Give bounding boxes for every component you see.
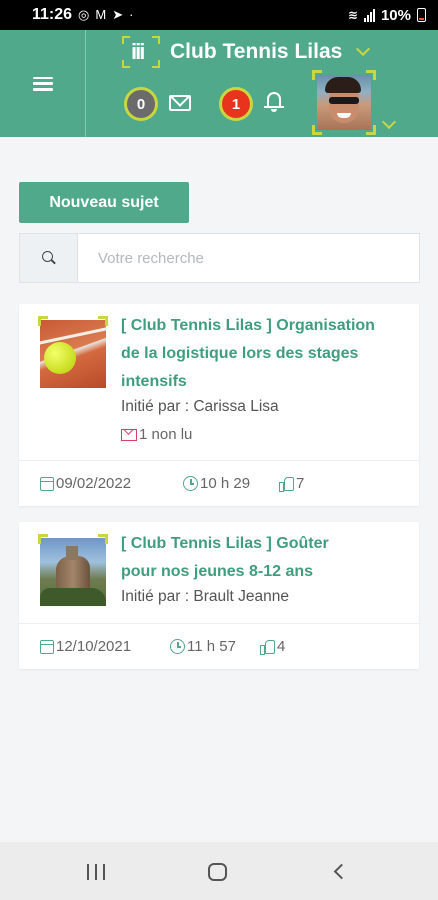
thumbs-up-icon — [260, 639, 275, 655]
topic-author: Initié par : Carissa Lisa — [121, 398, 279, 415]
app-header: iii Club Tennis Lilas 0 1 — [0, 30, 438, 137]
telegram-icon: ➤ — [112, 7, 124, 22]
notifications-count-badge[interactable]: 1 — [219, 87, 253, 121]
search-input[interactable] — [78, 234, 419, 282]
avatar-photo — [317, 75, 371, 130]
dot-icon: · — [129, 7, 134, 22]
envelope-icon[interactable] — [169, 95, 191, 111]
battery-icon — [417, 8, 426, 22]
status-bar: 11:26 ◎ M ➤ · ≋ 10% — [0, 0, 438, 30]
search-box — [19, 233, 420, 283]
unread-count: 1 non lu — [139, 426, 193, 443]
calendar-icon — [40, 476, 54, 491]
topic-meta: 09/02/2022 10 h 29 7 — [19, 460, 419, 506]
topic-card[interactable]: [ Club Tennis Lilas ] Goûter pour nos je… — [19, 522, 419, 669]
system-nav-bar — [0, 842, 438, 900]
status-time: 11:26 — [32, 6, 73, 23]
topic-thumbnail — [38, 316, 108, 390]
new-topic-button[interactable]: Nouveau sujet — [19, 182, 189, 223]
battery-level: 10% — [380, 6, 411, 24]
topic-author: Initié par : Brault Jeanne — [121, 588, 290, 605]
club-logo-icon: iii — [122, 36, 160, 68]
unread-indicator: 1 non lu — [121, 426, 192, 443]
topic-title[interactable]: [ Club Tennis Lilas ] Organisation de la… — [121, 312, 391, 396]
bell-icon[interactable] — [264, 90, 284, 114]
search-icon — [41, 251, 56, 265]
home-icon[interactable] — [208, 863, 227, 881]
topic-date: 12/10/2021 — [56, 638, 132, 655]
wifi-icon: ≋ — [347, 8, 358, 22]
signal-icon — [363, 8, 375, 22]
thumbs-up-icon — [279, 476, 294, 492]
menu-button[interactable] — [0, 30, 86, 137]
whatsapp-icon: ◎ — [78, 7, 90, 22]
clock-icon — [170, 639, 185, 654]
rock-landscape-image — [40, 538, 106, 606]
topic-time: 10 h 29 — [200, 475, 251, 492]
tennis-ball-image — [40, 320, 106, 388]
gmail-icon: M — [95, 7, 107, 22]
search-button[interactable] — [20, 234, 78, 282]
profile-chevron-down-icon[interactable] — [381, 114, 397, 130]
calendar-icon — [40, 639, 54, 654]
club-name: Club Tennis Lilas — [170, 40, 343, 63]
recent-apps-icon[interactable] — [87, 864, 105, 880]
topic-title[interactable]: [ Club Tennis Lilas ] Goûter pour nos je… — [121, 530, 361, 586]
avatar[interactable] — [312, 70, 376, 135]
hamburger-icon — [32, 76, 53, 91]
clock-icon — [183, 476, 198, 491]
chevron-down-icon — [356, 41, 371, 57]
unread-envelope-icon — [121, 428, 137, 441]
topic-card[interactable]: [ Club Tennis Lilas ] Organisation de la… — [19, 304, 419, 506]
back-icon[interactable] — [333, 863, 350, 880]
messages-count-badge[interactable]: 0 — [124, 87, 158, 121]
likes-button[interactable]: 4 — [260, 638, 285, 655]
likes-count: 4 — [277, 638, 286, 655]
likes-count: 7 — [296, 475, 305, 492]
club-selector[interactable]: iii Club Tennis Lilas — [122, 34, 371, 70]
topic-date: 09/02/2022 — [56, 475, 132, 492]
topic-thumbnail — [38, 534, 108, 608]
topic-time: 11 h 57 — [187, 638, 236, 655]
likes-button[interactable]: 7 — [279, 475, 304, 492]
topic-meta: 12/10/2021 11 h 57 4 — [19, 623, 419, 669]
